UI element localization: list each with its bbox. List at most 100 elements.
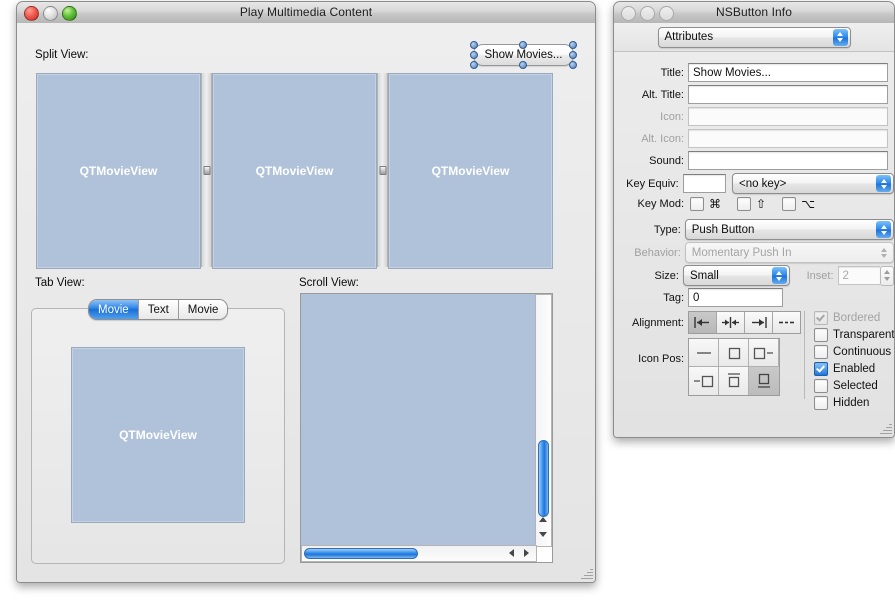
main-window-titlebar[interactable]: Play Multimedia Content <box>17 2 595 24</box>
type-popup-value: Push Button <box>692 224 755 236</box>
split-divider-2-dimple <box>379 166 386 175</box>
key-mod-command-checkbox[interactable] <box>690 197 704 211</box>
size-popup[interactable]: Small <box>683 265 790 286</box>
inspector-window[interactable]: NSButton Info Attributes Title: Show Mov… <box>613 1 895 438</box>
tab-content-label: QTMovieView <box>119 428 197 442</box>
icon-pos-image-above[interactable] <box>719 367 749 395</box>
alignment-label: Alignment: <box>614 317 684 329</box>
scroll-view-label: Scroll View: <box>299 277 359 289</box>
inspector-content: Attributes Title: Show Movies... Alt. Ti… <box>614 23 894 437</box>
icon-pos-image-right[interactable] <box>689 367 719 395</box>
main-window[interactable]: Play Multimedia Content Split View: Show… <box>16 1 596 583</box>
inspector-titlebar[interactable]: NSButton Info <box>614 2 894 24</box>
selection-handle-bl[interactable] <box>470 61 478 69</box>
selection-handle-br[interactable] <box>569 61 577 69</box>
icon-pos-grid[interactable] <box>688 338 780 396</box>
scroll-view[interactable] <box>300 293 553 563</box>
inset-stepper <box>880 266 894 286</box>
scroll-left-arrow-icon[interactable] <box>509 549 514 557</box>
shift-icon: ⇧ <box>756 197 766 211</box>
tab-view[interactable]: QTMovieView <box>31 308 285 564</box>
tab-content-qtmovieview[interactable]: QTMovieView <box>71 347 245 523</box>
icon-pos-image-below-icon <box>753 371 775 391</box>
type-popup[interactable]: Push Button <box>685 219 894 240</box>
align-left-button[interactable] <box>689 312 717 333</box>
tab-text[interactable]: Text <box>139 300 179 319</box>
selection-handle-tl[interactable] <box>470 41 478 49</box>
selected-checkbox-row[interactable]: Selected <box>814 378 895 394</box>
key-mod-option-checkbox[interactable] <box>782 197 796 211</box>
icon-pos-image-above-icon <box>723 371 745 391</box>
scroll-down-arrow-icon[interactable] <box>539 532 547 537</box>
tab-movie-2[interactable]: Movie <box>179 300 228 319</box>
key-mod-label: Key Mod: <box>614 198 684 210</box>
scroll-right-arrow-icon[interactable] <box>524 549 529 557</box>
chevron-updown-icon <box>876 175 891 192</box>
continuous-checkbox[interactable] <box>814 345 828 359</box>
selection-handle-bc[interactable] <box>519 61 527 69</box>
selected-checkbox[interactable] <box>814 379 828 393</box>
continuous-checkbox-row[interactable]: Continuous <box>814 344 895 360</box>
bordered-checkbox-label: Bordered <box>833 312 880 324</box>
alignment-segmented-control[interactable] <box>688 311 801 334</box>
split-divider-2[interactable] <box>377 73 388 267</box>
key-equiv-popup[interactable]: <no key> <box>732 173 894 194</box>
sound-field[interactable] <box>688 151 888 170</box>
vertical-scrollbar-thumb[interactable] <box>538 440 549 517</box>
sound-field-label: Sound: <box>614 155 684 167</box>
chevron-updown-icon <box>772 267 787 284</box>
split-pane-1-label: QTMovieView <box>80 164 158 178</box>
enabled-checkbox-row[interactable]: Enabled <box>814 361 895 377</box>
inspector-pane-selector[interactable]: Attributes <box>658 27 851 48</box>
split-divider-1-dimple <box>203 166 210 175</box>
selection-handle-tr[interactable] <box>569 41 577 49</box>
transparent-checkbox-row[interactable]: Transparent <box>814 327 895 343</box>
tab-text-label: Text <box>148 304 169 316</box>
split-divider-1[interactable] <box>201 73 212 267</box>
tab-movie-1[interactable]: Movie <box>89 300 139 319</box>
icon-pos-image-left[interactable] <box>749 339 779 367</box>
alt-title-field[interactable] <box>688 85 888 104</box>
key-equiv-field[interactable] <box>683 174 726 193</box>
title-field[interactable]: Show Movies... <box>688 63 888 82</box>
transparent-checkbox[interactable] <box>814 328 828 342</box>
key-mod-shift[interactable]: ⇧ <box>737 197 766 211</box>
inspector-resize-grip[interactable] <box>878 421 892 435</box>
selection-handle-ml[interactable] <box>470 51 478 59</box>
chevron-updown-icon <box>876 221 891 238</box>
enabled-checkbox[interactable] <box>814 362 828 376</box>
chevron-updown-icon <box>876 244 891 261</box>
selection-handle-tc[interactable] <box>519 41 527 49</box>
key-mod-option[interactable]: ⌥ <box>782 197 815 211</box>
icon-pos-image-only[interactable] <box>719 339 749 367</box>
tab-movie-2-label: Movie <box>188 304 219 316</box>
main-window-content: Split View: Show Movies... QTMovieView Q… <box>17 23 595 582</box>
transparent-checkbox-label: Transparent <box>833 329 895 341</box>
tab-strip[interactable]: Movie Text Movie <box>88 299 228 320</box>
align-center-button[interactable] <box>717 312 745 333</box>
align-center-icon <box>721 316 740 329</box>
align-right-button[interactable] <box>745 312 773 333</box>
split-pane-1[interactable]: QTMovieView <box>36 73 201 269</box>
icon-pos-none[interactable] <box>689 339 719 367</box>
inspector-pane-selector-value: Attributes <box>665 31 714 43</box>
selection-handle-mr[interactable] <box>569 51 577 59</box>
icon-pos-label: Icon Pos: <box>614 353 684 365</box>
align-justified-button[interactable] <box>773 312 800 333</box>
icon-pos-image-only-icon <box>723 344 745 362</box>
main-window-resize-grip[interactable] <box>579 566 593 580</box>
hidden-checkbox-row[interactable]: Hidden <box>814 395 895 411</box>
key-mod-command[interactable]: ⌘ <box>690 197 721 211</box>
horizontal-scrollbar-thumb[interactable] <box>304 548 418 559</box>
icon-field <box>688 107 888 126</box>
scroll-up-arrow-icon[interactable] <box>539 517 547 522</box>
key-mod-shift-checkbox[interactable] <box>737 197 751 211</box>
tag-field[interactable]: 0 <box>688 288 783 307</box>
horizontal-scrollbar[interactable] <box>301 545 537 562</box>
selected-checkbox-label: Selected <box>833 380 878 392</box>
icon-pos-image-below[interactable] <box>749 367 779 395</box>
split-pane-3[interactable]: QTMovieView <box>388 73 553 269</box>
hidden-checkbox[interactable] <box>814 396 828 410</box>
vertical-scrollbar[interactable] <box>535 294 552 547</box>
split-pane-2[interactable]: QTMovieView <box>212 73 377 269</box>
